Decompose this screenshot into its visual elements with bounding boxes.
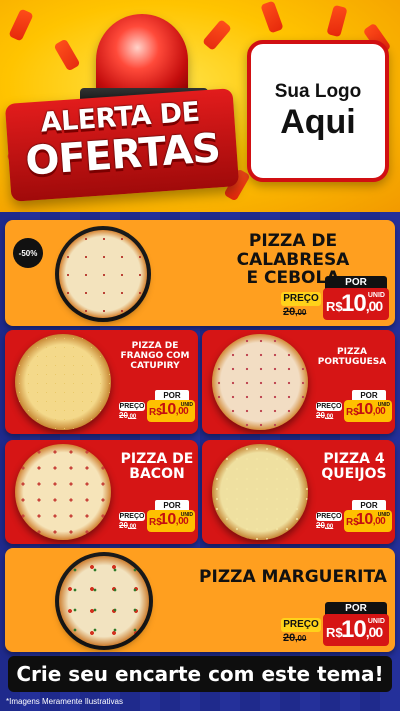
old-price: 20,00 — [119, 411, 137, 420]
unit-label: UNID — [367, 292, 385, 299]
pizza-image — [212, 334, 308, 430]
old-price: 20,00 — [316, 411, 334, 420]
price-block: POR PREÇO 20,00 R$ 10,00 UNID — [281, 602, 391, 648]
disclaimer-text: *Imagens Meramente Ilustrativas — [6, 697, 123, 706]
logo-text-line1: Sua Logo — [274, 81, 362, 102]
current-price: R$ 10,00 UNID — [323, 288, 389, 320]
current-price: R$ 10,00 UNID — [344, 510, 392, 532]
pizza-image — [15, 334, 111, 430]
product-name-line3: CATUPIRY — [130, 360, 180, 371]
product-name-line1: PIZZA DE — [120, 451, 194, 467]
preco-label: PREÇO — [119, 402, 145, 411]
old-price: 20,00 — [316, 521, 334, 530]
confetti-decoration — [260, 0, 284, 34]
preco-label: PREÇO — [316, 402, 342, 411]
confetti-decoration — [201, 19, 233, 51]
preco-label: PREÇO — [119, 512, 145, 521]
alert-offers-title: ALERTA DE OFERTAS — [4, 88, 240, 202]
product-name: PIZZA DE BACON — [117, 451, 197, 483]
header-banner: ALERTA DE OFERTAS Sua Logo Aqui — [0, 0, 400, 212]
logo-text-line2: Aqui — [280, 103, 356, 141]
product-name-line1: PIZZA DE CALABRESA — [236, 231, 350, 270]
pizza-image — [59, 556, 149, 646]
pizza-image — [15, 444, 111, 540]
current-price: R$ 10,00 UNID — [147, 400, 195, 422]
old-price: 20,00 — [283, 306, 307, 318]
product-name-line1: PIZZA 4 — [323, 451, 385, 467]
price-block: POR PREÇO 20,00 R$ 10,00 UNID — [316, 500, 394, 534]
discount-badge: -50% — [13, 238, 43, 268]
preco-label: PREÇO — [316, 512, 342, 521]
current-price: R$ 10,00 UNID — [147, 510, 195, 532]
price-block: POR PREÇO 20,00 R$ 10,00 UNID — [316, 390, 394, 424]
price-block: POR PREÇO 20,00 R$ 10,00 UNID — [119, 390, 197, 424]
preco-label: PREÇO — [281, 618, 321, 632]
unit-label: UNID — [377, 512, 390, 518]
pizza-image — [212, 444, 308, 540]
current-price: R$ 10,00 UNID — [344, 400, 392, 422]
product-card-4-queijos: PIZZA 4 QUEIJOS POR PREÇO 20,00 R$ 10,00… — [202, 440, 395, 544]
old-price: 20,00 — [119, 521, 137, 530]
product-name: PIZZA PORTUGUESA — [312, 347, 392, 368]
product-name: PIZZA DE FRANGO COM CATUPIRY — [115, 341, 195, 372]
product-name-line2: BACON — [129, 466, 185, 483]
confetti-decoration — [53, 38, 81, 72]
siren-icon — [96, 14, 188, 98]
preco-label: PREÇO — [281, 292, 321, 306]
product-card-frango: PIZZA DE FRANGO COM CATUPIRY POR PREÇO 2… — [5, 330, 198, 434]
product-card-portuguesa: PIZZA PORTUGUESA POR PREÇO 20,00 R$ 10,0… — [202, 330, 395, 434]
product-name-line2: PORTUGUESA — [317, 356, 387, 367]
current-price: R$ 10,00 UNID — [323, 614, 389, 646]
product-card-marguerita: PIZZA MARGUERITA POR PREÇO 20,00 R$ 10,0… — [5, 548, 395, 652]
pizza-image — [59, 230, 147, 318]
cta-banner[interactable]: Crie seu encarte com este tema! — [8, 656, 392, 692]
confetti-decoration — [326, 4, 348, 38]
product-name-line1: PIZZA MARGUERITA — [199, 567, 387, 587]
logo-placeholder: Sua Logo Aqui — [247, 40, 389, 182]
product-name: PIZZA MARGUERITA — [195, 568, 391, 587]
confetti-decoration — [8, 8, 34, 42]
product-card-bacon: PIZZA DE BACON POR PREÇO 20,00 R$ 10,00 … — [5, 440, 198, 544]
product-card-calabresa: -50% PIZZA DE CALABRESA E CEBOLA POR PRE… — [5, 220, 395, 326]
old-price: 20,00 — [283, 632, 307, 644]
product-name: PIZZA 4 QUEIJOS — [314, 451, 394, 483]
price-block: POR PREÇO 20,00 R$ 10,00 UNID — [281, 276, 391, 322]
unit-label: UNID — [180, 512, 193, 518]
unit-label: UNID — [377, 402, 390, 408]
price-block: POR PREÇO 20,00 R$ 10,00 UNID — [119, 500, 197, 534]
unit-label: UNID — [367, 618, 385, 625]
product-name-line2: QUEIJOS — [321, 466, 387, 483]
unit-label: UNID — [180, 402, 193, 408]
